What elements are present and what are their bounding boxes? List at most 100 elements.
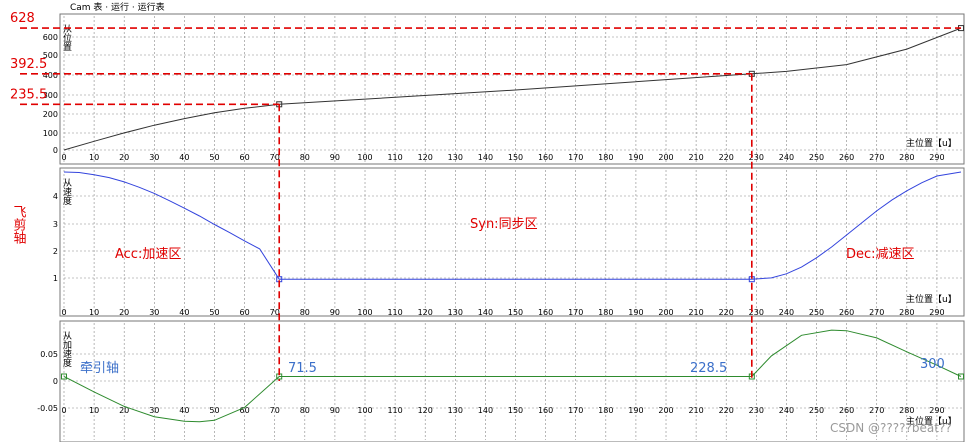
- acceleration-x-tick-label: 190: [628, 406, 643, 415]
- acceleration-x-tick-label: 290: [929, 406, 944, 415]
- velocity-y-tick-label: 2: [53, 247, 58, 256]
- position-x-tick-label: 10: [89, 153, 99, 162]
- acceleration-x-tick-label: 160: [538, 406, 553, 415]
- velocity-x-tick-label: 20: [119, 308, 129, 317]
- velocity-x-tick-label: 120: [418, 308, 433, 317]
- acceleration-x-tick-label: 240: [779, 406, 794, 415]
- velocity-x-tick-label: 210: [688, 308, 703, 317]
- acceleration-x-tick-label: 250: [809, 406, 824, 415]
- watermark: CSDN @?????beat??: [830, 421, 952, 435]
- position-x-tick-label: 260: [839, 153, 854, 162]
- acceleration-y-tick-label: 0.05: [40, 350, 58, 359]
- position-x-tick-label: 190: [628, 153, 643, 162]
- panel-position: 0 10 20 30 40 50 60 70 80 90 100 110 120 130 140 150 160…: [43, 13, 965, 165]
- position-x-tick-label: 240: [779, 153, 794, 162]
- acceleration-frame: [59, 320, 965, 442]
- position-x-tick-label: 80: [300, 153, 310, 162]
- position-y-tick-label: 100: [43, 129, 58, 138]
- position-x-tick-label: 180: [598, 153, 613, 162]
- position-frame: [59, 13, 965, 165]
- position-x-tick-label: 20: [119, 153, 129, 162]
- position-x-tick-label: 120: [418, 153, 433, 162]
- velocity-x-tick-label: 250: [809, 308, 824, 317]
- velocity-x-tick-label: 200: [658, 308, 673, 317]
- acceleration-x-tick-label: 150: [508, 406, 523, 415]
- acceleration-x-tick-label: 200: [658, 406, 673, 415]
- position-y-tick-label: 0: [53, 146, 58, 155]
- acceleration-x-tick-label: 140: [478, 406, 493, 415]
- acceleration-x-tick-label: 100: [357, 406, 372, 415]
- position-x-tick-label: 290: [929, 153, 944, 162]
- velocity-y-tick-label: 4: [53, 192, 58, 201]
- position-x-tick-label: 110: [387, 153, 402, 162]
- velocity-x-tick-label: 150: [508, 308, 523, 317]
- position-y-tick-label: 600: [43, 33, 58, 42]
- velocity-zone-label: Acc:加速区: [115, 247, 181, 262]
- position-x-tick-label: 280: [899, 153, 914, 162]
- acceleration-x-tick-label: 280: [899, 406, 914, 415]
- acceleration-x-tick-label: 130: [448, 406, 463, 415]
- acceleration-x-tick-label: 90: [330, 406, 340, 415]
- position-x-tick-label: 50: [209, 153, 219, 162]
- position-x-tick-label: 230: [749, 153, 764, 162]
- velocity-x-tick-label: 190: [628, 308, 643, 317]
- velocity-frame: [59, 167, 965, 317]
- acceleration-y-label: 从加速度: [61, 331, 72, 368]
- guide-label: 235.5: [10, 87, 47, 102]
- position-x-tick-label: 220: [719, 153, 734, 162]
- guide-label: 628: [10, 11, 35, 26]
- velocity-zone-label: Syn:同步区: [470, 217, 538, 232]
- velocity-x-tick-label: 280: [899, 308, 914, 317]
- header-text: Cam 表 · 运行 · 运行表: [70, 1, 165, 13]
- acceleration-y-tick-label: -0.05: [37, 404, 58, 413]
- acceleration-x-tick-label: 10: [89, 406, 99, 415]
- acceleration-x-tick-label: 260: [839, 406, 854, 415]
- velocity-x-tick-label: 110: [387, 308, 402, 317]
- position-x-tick-label: 90: [330, 153, 340, 162]
- acceleration-x-tick-label: 270: [869, 406, 884, 415]
- velocity-x-tick-label: 90: [330, 308, 340, 317]
- position-y-tick-label: 200: [43, 110, 58, 119]
- velocity-x-tick-label: 270: [869, 308, 884, 317]
- accel-annotation: 71.5: [288, 361, 317, 376]
- position-x-tick-label: 210: [688, 153, 703, 162]
- velocity-x-tick-label: 290: [929, 308, 944, 317]
- acceleration-x-tick-label: 110: [387, 406, 402, 415]
- velocity-x-tick-label: 10: [89, 308, 99, 317]
- velocity-x-tick-label: 180: [598, 308, 613, 317]
- position-x-tick-label: 70: [270, 153, 280, 162]
- acceleration-x-tick-label: 120: [418, 406, 433, 415]
- velocity-x-tick-label: 230: [749, 308, 764, 317]
- acceleration-x-tick-label: 80: [300, 406, 310, 415]
- velocity-x-tick-label: 100: [357, 308, 372, 317]
- acceleration-x-tick-label: 230: [749, 406, 764, 415]
- velocity-y-tick-label: 3: [53, 220, 58, 229]
- position-x-tick-label: 40: [179, 153, 189, 162]
- panel-velocity: 0 10 20 30 40 50 60 70 80 90 100 110 120 130 140 150 160…: [53, 167, 965, 317]
- velocity-y-tick-label: 1: [53, 274, 58, 283]
- velocity-x-tick-label: 80: [300, 308, 310, 317]
- guide-label: 392.5: [10, 57, 47, 72]
- acceleration-x-tick-label: 210: [688, 406, 703, 415]
- acceleration-x-tick-label: 0: [61, 406, 66, 415]
- velocity-x-tick-label: 130: [448, 308, 463, 317]
- velocity-x-tick-label: 60: [240, 308, 250, 317]
- velocity-x-tick-label: 170: [568, 308, 583, 317]
- position-x-tick-label: 250: [809, 153, 824, 162]
- velocity-x-tick-label: 30: [149, 308, 159, 317]
- position-x-tick-label: 130: [448, 153, 463, 162]
- side-axis-label: 飞剪轴: [11, 205, 27, 244]
- velocity-x-tick-label: 140: [478, 308, 493, 317]
- panel-acceleration: 0 10 20 30 40 50 60 70 80 90 100 110 120 130 140 150 160…: [37, 320, 965, 442]
- acceleration-x-tick-label: 170: [568, 406, 583, 415]
- velocity-x-label: 主位置【u】: [906, 293, 957, 305]
- acceleration-x-tick-label: 40: [179, 406, 189, 415]
- velocity-x-tick-label: 260: [839, 308, 854, 317]
- velocity-x-tick-label: 50: [209, 308, 219, 317]
- position-x-tick-label: 270: [869, 153, 884, 162]
- velocity-x-tick-label: 70: [270, 308, 280, 317]
- velocity-x-tick-label: 0: [61, 308, 66, 317]
- velocity-x-tick-label: 240: [779, 308, 794, 317]
- velocity-x-tick-label: 40: [179, 308, 189, 317]
- accel-annotation: 300: [920, 357, 945, 372]
